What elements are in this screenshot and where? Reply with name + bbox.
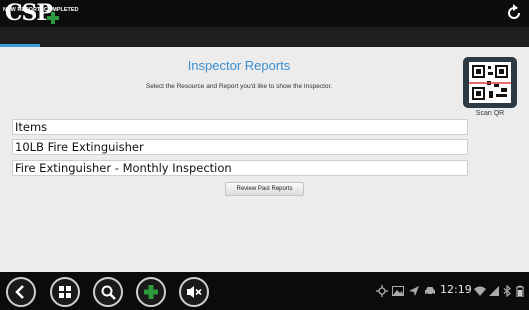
qr-code-icon (469, 62, 511, 103)
scan-qr-label: Scan QR (475, 110, 505, 117)
home-button[interactable] (50, 277, 80, 307)
review-past-reports-button[interactable]: Review Past Reports (225, 182, 304, 196)
app-bar (0, 0, 529, 27)
location-icon (376, 285, 388, 297)
back-icon (15, 285, 24, 299)
page-title: Inspector Reports (187, 58, 291, 73)
back-button[interactable] (6, 277, 36, 307)
mute-icon (187, 286, 202, 298)
refresh-icon[interactable] (505, 4, 523, 22)
car-icon (425, 287, 435, 296)
resource-type-select[interactable]: Items (12, 119, 468, 135)
tab-bar (0, 27, 529, 47)
grid-icon (59, 286, 71, 298)
mute-button[interactable] (179, 277, 209, 307)
search-button[interactable] (93, 277, 123, 307)
image-icon (392, 286, 404, 296)
status-clock: 12:19 (440, 283, 472, 296)
signal-icon (489, 286, 499, 296)
page-subtitle: Select the Resource and Report you'd lik… (145, 83, 333, 90)
report-select[interactable]: Fire Extinguisher - Monthly Inspection (12, 160, 468, 176)
battery-icon (516, 285, 524, 297)
wifi-icon (474, 286, 486, 296)
active-tab-indicator (0, 44, 40, 47)
green-plus-icon (144, 285, 158, 299)
search-icon (101, 285, 116, 300)
resource-select[interactable]: 10LB Fire Extinguisher (12, 139, 468, 155)
csp-app-button[interactable] (136, 277, 166, 307)
tab-completed[interactable]: COMPLETED (44, 0, 79, 20)
navigation-icon (409, 286, 419, 296)
scan-qr-button[interactable] (463, 57, 517, 108)
tab-new-report[interactable]: NEW REPORT (3, 0, 40, 20)
bluetooth-icon (503, 285, 511, 297)
